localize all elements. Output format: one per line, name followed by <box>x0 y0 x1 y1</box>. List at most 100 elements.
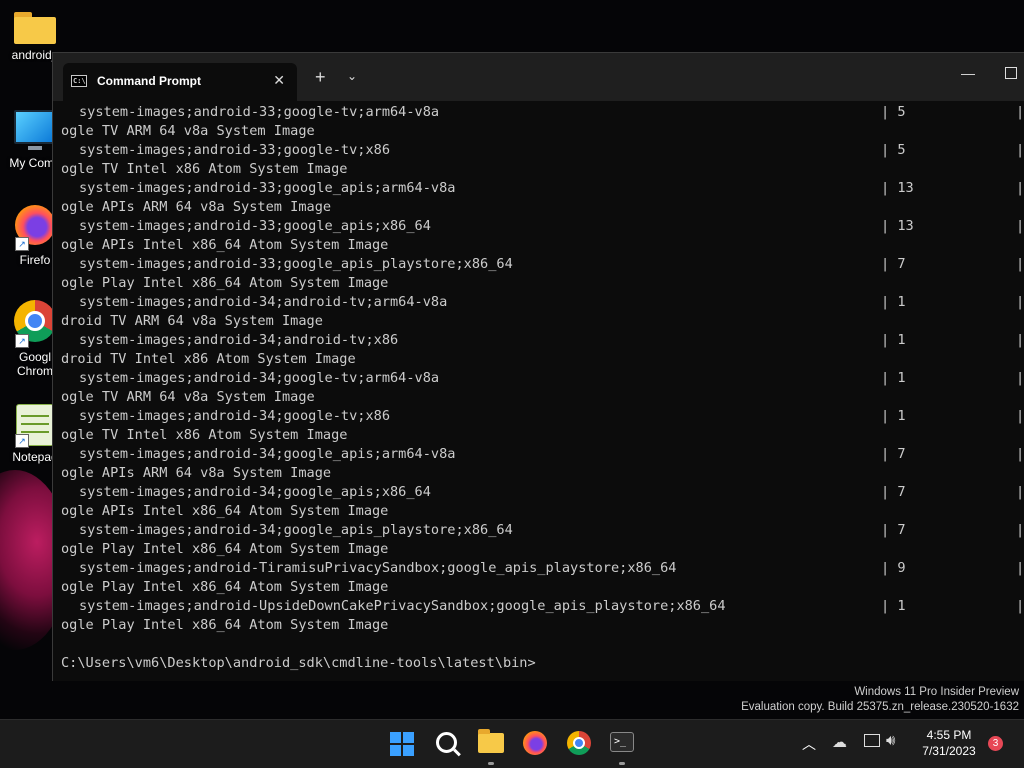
package-version: | 13 <box>881 218 914 234</box>
package-path: system-images;android-33;google-tv;x86 <box>79 142 390 158</box>
column-separator: | <box>1016 104 1024 120</box>
notification-badge[interactable]: 3 <box>988 736 1003 751</box>
package-path: system-images;android-34;android-tv;arm6… <box>79 294 448 310</box>
show-hidden-icons-chevron-icon[interactable]: ︿ <box>802 734 816 754</box>
terminal-taskbar-icon[interactable]: >_ <box>610 732 634 752</box>
package-path: system-images;android-UpsideDownCakePriv… <box>79 598 726 614</box>
console-package-row: system-images;android-33;google-tv;x86 | … <box>61 141 1024 160</box>
console-package-row: system-images;android-TiramisuPrivacySan… <box>61 559 1024 578</box>
console-description-row: ogle APIs Intel x86_64 Atom System Image <box>61 502 1024 521</box>
command-prompt-icon: C:\ <box>71 75 87 87</box>
console-description-row: ogle TV Intel x86 Atom System Image <box>61 426 1024 445</box>
package-path: system-images;android-34;android-tv;x86 <box>79 332 399 348</box>
package-version: | 7 <box>881 446 906 462</box>
column-separator: | <box>1016 218 1024 234</box>
package-path: system-images;android-34;google_apis;arm… <box>79 446 456 462</box>
console-output[interactable]: system-images;android-33;google-tv;arm64… <box>61 103 1024 681</box>
console-description-row: ogle APIs Intel x86_64 Atom System Image <box>61 236 1024 255</box>
package-version: | 1 <box>881 598 906 614</box>
package-description: ogle TV Intel x86 Atom System Image <box>61 427 348 443</box>
console-package-row: system-images;android-33;google_apis;arm… <box>61 179 1024 198</box>
new-tab-button[interactable]: + <box>315 67 326 88</box>
column-separator: | <box>1016 370 1024 386</box>
package-description: ogle APIs ARM 64 v8a System Image <box>61 465 332 481</box>
console-package-row: system-images;android-34;google-tv;x86 | … <box>61 407 1024 426</box>
package-version: | 7 <box>881 522 906 538</box>
chrome-taskbar-icon[interactable] <box>567 731 591 755</box>
package-version: | 9 <box>881 560 906 576</box>
search-icon[interactable] <box>436 732 457 753</box>
clock-date: 7/31/2023 <box>922 744 976 758</box>
console-description-row: ogle Play Intel x86_64 Atom System Image <box>61 274 1024 293</box>
package-description: ogle Play Intel x86_64 Atom System Image <box>61 541 389 557</box>
package-version: | 1 <box>881 294 906 310</box>
package-description: ogle Play Intel x86_64 Atom System Image <box>61 617 389 633</box>
console-package-row: system-images;android-33;google_apis_pla… <box>61 255 1024 274</box>
package-path: system-images;android-TiramisuPrivacySan… <box>79 560 677 576</box>
column-separator: | <box>1016 522 1024 538</box>
package-description: droid TV ARM 64 v8a System Image <box>61 313 323 329</box>
computer-icon <box>14 110 56 150</box>
onedrive-offline-icon[interactable]: ☁ <box>832 733 847 751</box>
package-description: ogle TV Intel x86 Atom System Image <box>61 161 348 177</box>
console-description-row: ogle Play Intel x86_64 Atom System Image <box>61 540 1024 559</box>
package-version: | 7 <box>881 256 906 272</box>
console-package-row: system-images;android-34;google-tv;arm64… <box>61 369 1024 388</box>
column-separator: | <box>1016 598 1024 614</box>
maximize-button[interactable] <box>1005 67 1017 79</box>
console-description-row: ogle TV ARM 64 v8a System Image <box>61 388 1024 407</box>
clock-time: 4:55 PM <box>926 728 972 742</box>
network-icon[interactable] <box>864 734 880 747</box>
package-path: system-images;android-34;google_apis_pla… <box>79 522 513 538</box>
package-path: system-images;android-33;google_apis_pla… <box>79 256 513 272</box>
volume-icon[interactable]: 🔊︎ <box>886 732 895 749</box>
start-button[interactable] <box>390 732 414 756</box>
package-path: system-images;android-33;google-tv;arm64… <box>79 104 440 120</box>
watermark-line-2: Evaluation copy. Build 25375.zn_release.… <box>741 701 1019 713</box>
column-separator: | <box>1016 446 1024 462</box>
windows-watermark: Windows 11 Pro Insider Preview Evaluatio… <box>741 685 1019 715</box>
package-version: | 1 <box>881 408 906 424</box>
command-prompt-text: C:\Users\vm6\Desktop\android_sdk\cmdline… <box>61 655 536 671</box>
column-separator: | <box>1016 332 1024 348</box>
console-package-row: system-images;android-34;android-tv;arm6… <box>61 293 1024 312</box>
chevron-down-icon[interactable]: ⌄ <box>347 69 357 83</box>
folder-icon <box>14 12 56 44</box>
package-version: | 1 <box>881 332 906 348</box>
console-description-row: ogle TV ARM 64 v8a System Image <box>61 122 1024 141</box>
console-description-row: ogle Play Intel x86_64 Atom System Image <box>61 578 1024 597</box>
running-indicator <box>488 762 494 765</box>
column-separator: | <box>1016 180 1024 196</box>
package-version: | 7 <box>881 484 906 500</box>
package-description: droid TV Intel x86 Atom System Image <box>61 351 356 367</box>
console-description-row: ogle APIs ARM 64 v8a System Image <box>61 464 1024 483</box>
file-explorer-icon[interactable] <box>478 729 504 753</box>
minimize-button[interactable]: — <box>961 65 975 81</box>
package-description: ogle Play Intel x86_64 Atom System Image <box>61 579 389 595</box>
terminal-window[interactable]: C:\ Command Prompt ✕ + ⌄ — system-images… <box>52 52 1024 681</box>
console-package-row: system-images;android-34;google_apis;x86… <box>61 483 1024 502</box>
console-description-row: ogle APIs ARM 64 v8a System Image <box>61 198 1024 217</box>
close-tab-icon[interactable]: ✕ <box>273 72 285 89</box>
tab-command-prompt[interactable]: C:\ Command Prompt ✕ <box>63 63 297 101</box>
clock[interactable]: 4:55 PM 7/31/2023 <box>918 727 980 759</box>
package-version: | 13 <box>881 180 914 196</box>
package-description: ogle TV ARM 64 v8a System Image <box>61 389 315 405</box>
running-indicator <box>619 762 625 765</box>
console-description-row: droid TV Intel x86 Atom System Image <box>61 350 1024 369</box>
package-path: system-images;android-33;google_apis;arm… <box>79 180 456 196</box>
console-prompt-line[interactable]: C:\Users\vm6\Desktop\android_sdk\cmdline… <box>61 654 1024 673</box>
console-package-row: system-images;android-34;android-tv;x86 |… <box>61 331 1024 350</box>
console-description-row: ogle Play Intel x86_64 Atom System Image <box>61 616 1024 635</box>
firefox-taskbar-icon[interactable] <box>523 731 547 755</box>
package-path: system-images;android-33;google_apis;x86… <box>79 218 431 234</box>
package-path: system-images;android-34;google-tv;x86 <box>79 408 390 424</box>
console-package-row: system-images;android-33;google_apis;x86… <box>61 217 1024 236</box>
shortcut-arrow-icon: ↗ <box>15 434 29 448</box>
console-package-row: system-images;android-34;google_apis_pla… <box>61 521 1024 540</box>
watermark-line-1: Windows 11 Pro Insider Preview <box>854 686 1019 698</box>
title-bar[interactable]: C:\ Command Prompt ✕ + ⌄ — <box>53 53 1024 101</box>
column-separator: | <box>1016 560 1024 576</box>
package-version: | 1 <box>881 370 906 386</box>
